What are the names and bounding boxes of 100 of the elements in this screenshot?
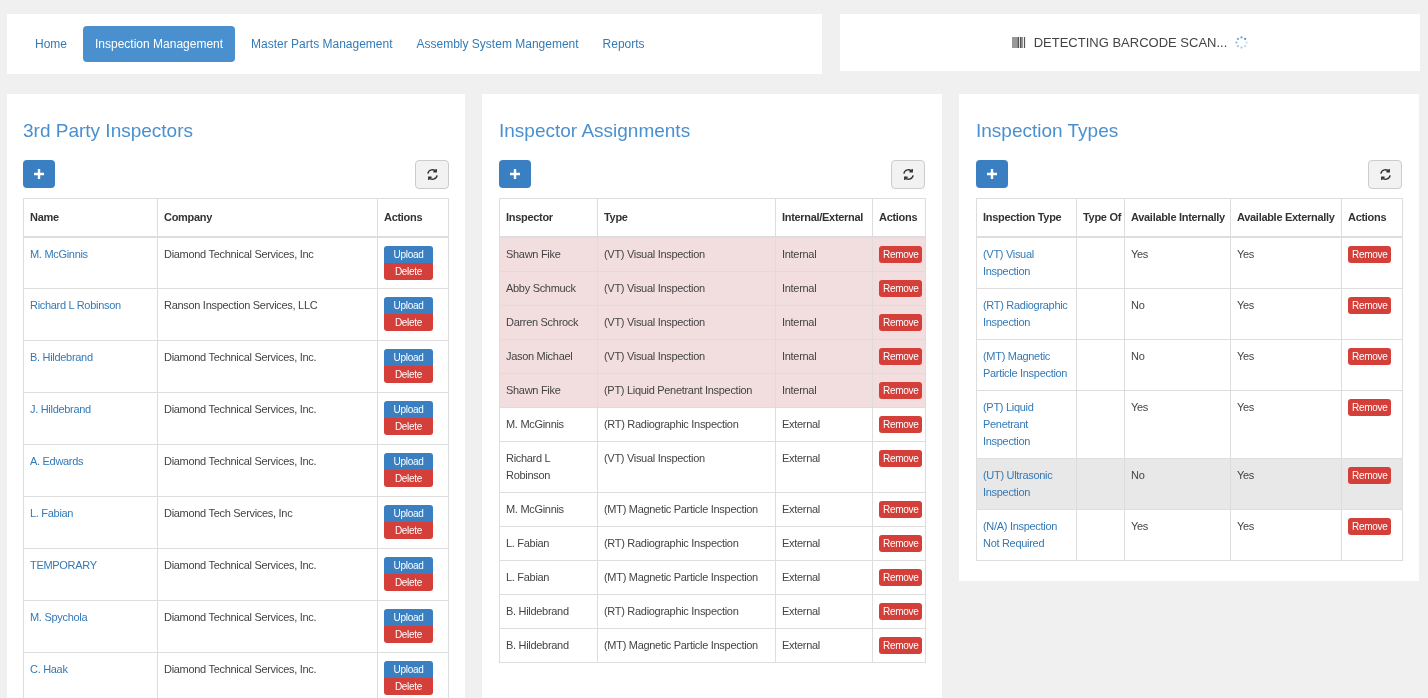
inspection-type-link[interactable]: (RT) Radiographic Inspection (976, 288, 1077, 339)
remove-button[interactable]: Remove (879, 449, 923, 467)
table-cell: Yes (1124, 509, 1231, 560)
table-cell: Yes (1124, 236, 1231, 288)
table-cell: Abby Schmuck (499, 271, 598, 305)
nav-tab[interactable]: Assembly System Mangement (408, 26, 587, 62)
upload-button[interactable]: Upload (384, 245, 433, 263)
delete-button[interactable]: Delete (384, 574, 433, 591)
table-cell: (RT) Radiographic Inspection (597, 407, 776, 441)
remove-button[interactable]: Remove (1348, 517, 1392, 535)
table-cell: Yes (1230, 509, 1342, 560)
remove-button[interactable]: Remove (1348, 466, 1392, 484)
table-cell: Shawn Fike (499, 373, 598, 407)
scanner-status: DETECTING BARCODE SCAN... (1033, 33, 1228, 52)
delete-button[interactable]: Delete (384, 366, 433, 383)
table-cell: (VT) Visual Inspection (597, 236, 776, 271)
inspector-name-link[interactable]: J. Hildebrand (23, 392, 158, 445)
remove-button[interactable]: Remove (879, 636, 923, 654)
table-cell: Internal (775, 236, 873, 271)
column-header: Actions (1341, 198, 1403, 237)
delete-button[interactable]: Delete (384, 470, 433, 487)
nav-tab[interactable]: Master Parts Management (243, 26, 401, 62)
table-cell: Diamond Technical Services, Inc. (157, 600, 378, 653)
remove-button[interactable]: Remove (879, 415, 923, 433)
table-cell: (MT) Magnetic Particle Inspection (597, 628, 776, 662)
remove-button[interactable]: Remove (879, 279, 923, 297)
table-cell: Yes (1230, 236, 1342, 288)
inspector-name-link[interactable]: TEMPORARY (23, 548, 158, 601)
inspector-name-link[interactable]: Richard L Robinson (23, 288, 158, 341)
refresh-button[interactable] (1368, 160, 1402, 189)
table-cell: (VT) Visual Inspection (597, 271, 776, 305)
column-header: Type Of (1076, 198, 1125, 237)
add-button[interactable] (23, 160, 55, 188)
inspector-name-link[interactable]: L. Fabian (23, 496, 158, 549)
table-cell: Internal (775, 305, 873, 339)
column-header: Actions (377, 198, 449, 237)
delete-button[interactable]: Delete (384, 314, 433, 331)
inspector-name-link[interactable]: C. Haak (23, 652, 158, 698)
upload-button[interactable]: Upload (384, 401, 433, 418)
delete-button[interactable]: Delete (384, 522, 433, 539)
plus-icon (510, 169, 520, 179)
table-cell: Yes (1230, 390, 1342, 458)
inspector-name-link[interactable]: M. McGinnis (23, 236, 158, 289)
remove-button[interactable]: Remove (879, 500, 923, 518)
inspection-type-link[interactable]: (UT) Ultrasonic Inspection (976, 458, 1077, 509)
inspector-name-link[interactable]: B. Hildebrand (23, 340, 158, 393)
plus-icon (34, 169, 44, 179)
upload-button[interactable]: Upload (384, 453, 433, 470)
table-cell: External (775, 594, 873, 628)
remove-button[interactable]: Remove (879, 534, 923, 552)
panel-title: 3rd Party Inspectors (23, 119, 195, 143)
upload-button[interactable]: Upload (384, 505, 433, 522)
remove-button[interactable]: Remove (1348, 398, 1392, 416)
column-header: Type (597, 198, 776, 237)
inspection-type-link[interactable]: (N/A) Inspection Not Required (976, 509, 1077, 560)
remove-button[interactable]: Remove (879, 568, 923, 586)
table-cell: (VT) Visual Inspection (597, 339, 776, 373)
table-cell: M. McGinnis (499, 407, 598, 441)
remove-button[interactable]: Remove (879, 245, 923, 263)
refresh-button[interactable] (891, 160, 925, 189)
remove-button[interactable]: Remove (879, 381, 923, 399)
table-cell: (MT) Magnetic Particle Inspection (597, 492, 776, 526)
remove-button[interactable]: Remove (1348, 347, 1392, 365)
table-cell: (MT) Magnetic Particle Inspection (597, 560, 776, 594)
inspection-type-link[interactable]: (MT) Magnetic Particle Inspection (976, 339, 1077, 390)
inspection-type-link[interactable]: (PT) Liquid Penetrant Inspection (976, 390, 1077, 458)
upload-button[interactable]: Upload (384, 661, 433, 678)
remove-button[interactable]: Remove (879, 602, 923, 620)
delete-button[interactable]: Delete (384, 626, 433, 643)
inspector-name-link[interactable]: A. Edwards (23, 444, 158, 497)
remove-button[interactable]: Remove (1348, 245, 1392, 263)
nav-tab[interactable]: Home (27, 26, 75, 62)
table-cell: B. Hildebrand (499, 594, 598, 628)
table-cell: Yes (1230, 288, 1342, 339)
table-cell: Diamond Technical Services, Inc. (157, 392, 378, 445)
inspection-type-link[interactable]: (VT) Visual Inspection (976, 236, 1077, 288)
delete-button[interactable]: Delete (384, 678, 433, 695)
remove-button[interactable]: Remove (879, 313, 923, 331)
nav-tab[interactable]: Reports (594, 26, 653, 62)
table-cell: Darren Schrock (499, 305, 598, 339)
column-header: Actions (872, 198, 926, 237)
delete-button[interactable]: Delete (384, 418, 433, 435)
add-button[interactable] (499, 160, 531, 188)
remove-button[interactable]: Remove (1348, 296, 1392, 314)
nav-tab[interactable]: Inspection Management (83, 26, 236, 62)
remove-button[interactable]: Remove (879, 347, 923, 365)
table-cell: Diamond Technical Services, Inc (157, 236, 378, 289)
upload-button[interactable]: Upload (384, 609, 433, 626)
table-cell: B. Hildebrand (499, 628, 598, 662)
column-header: Name (23, 198, 158, 237)
upload-button[interactable]: Upload (384, 557, 433, 574)
table-cell: Yes (1230, 339, 1342, 390)
table-cell: No (1124, 288, 1231, 339)
column-header: Available Externally (1230, 198, 1342, 237)
table-cell: Internal (775, 339, 873, 373)
upload-button[interactable]: Upload (384, 349, 433, 366)
refresh-button[interactable] (415, 160, 449, 189)
inspector-name-link[interactable]: M. Spychola (23, 600, 158, 653)
upload-button[interactable]: Upload (384, 297, 433, 314)
add-button[interactable] (976, 160, 1008, 188)
